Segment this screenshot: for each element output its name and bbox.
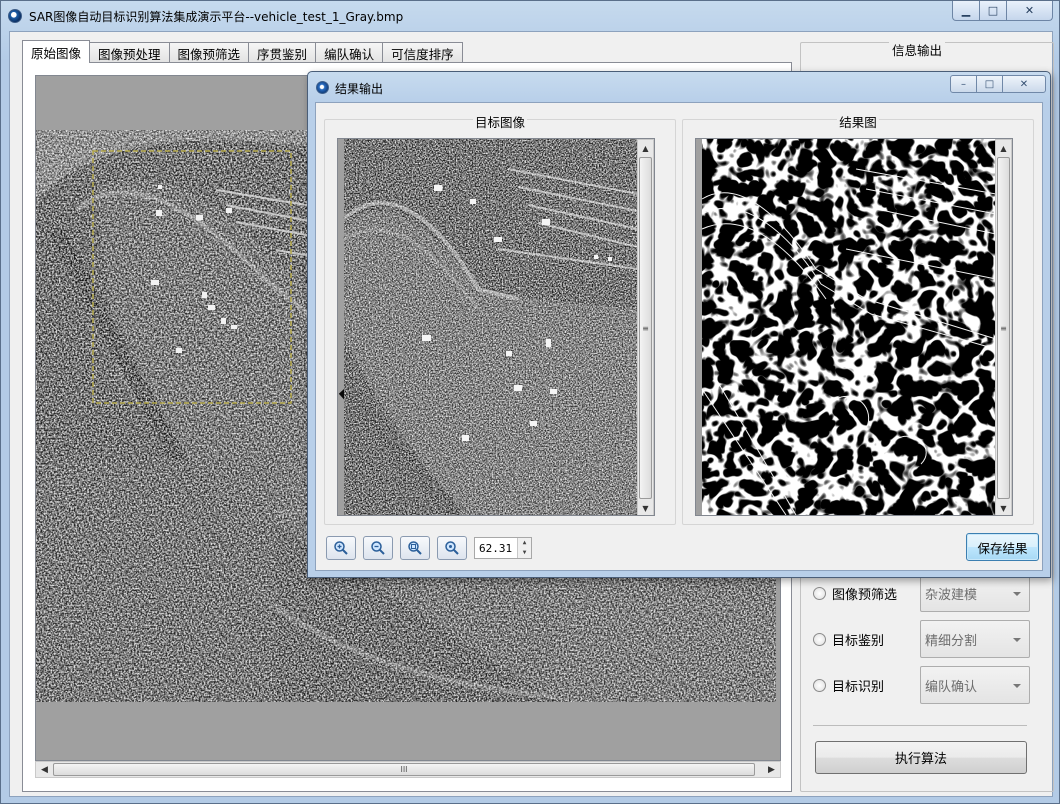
result-minimize-button[interactable]: –: [950, 75, 977, 93]
app-icon: [8, 9, 22, 23]
zoom-toolbar: 62.31 ▲ ▼: [326, 536, 532, 560]
row-discrimination: 目标鉴别 精细分割: [813, 619, 1035, 659]
caption-buttons: ▁ □ ✕: [952, 1, 1053, 21]
result-vertical-scrollbar[interactable]: ▲ ≡ ▼: [995, 139, 1012, 515]
edge-result-image: [701, 139, 997, 515]
result-window-icon: [316, 81, 329, 94]
combo-prescreen[interactable]: 杂波建模: [920, 574, 1030, 612]
scroll-left-icon[interactable]: ◀: [36, 762, 53, 777]
zoom-out-button[interactable]: [363, 536, 393, 560]
result-image-legend: 结果图: [837, 115, 879, 130]
radio-recognition[interactable]: [813, 678, 826, 692]
horizontal-scrollbar[interactable]: ◀ III ▶: [35, 761, 781, 778]
label-discrimination: 目标鉴别: [832, 633, 885, 649]
tab-formation-confirm[interactable]: 编队确认: [315, 42, 384, 63]
tab-prescreen[interactable]: 图像预筛选: [168, 42, 250, 63]
combo-recognition[interactable]: 编队确认: [920, 666, 1030, 704]
tab-bar: 原始图像 图像预处理 图像预筛选 序贯鉴别 编队确认 可信度排序: [22, 40, 463, 63]
zoom-actual-icon: [445, 541, 459, 555]
scroll-down-icon[interactable]: ▼: [996, 500, 1011, 515]
run-algorithm-button[interactable]: 执行算法: [815, 741, 1027, 774]
target-image-legend: 目标图像: [472, 115, 527, 130]
spin-arrows-icon[interactable]: ▲ ▼: [517, 538, 531, 558]
tab-original-image[interactable]: 原始图像: [22, 40, 91, 63]
result-scroll-thumb[interactable]: ≡: [997, 157, 1010, 499]
target-image: [338, 139, 639, 515]
radio-discrimination[interactable]: [813, 632, 826, 646]
minimize-button[interactable]: ▁: [952, 1, 980, 21]
scroll-right-icon[interactable]: ▶: [763, 762, 780, 777]
zoom-out-icon: [371, 541, 385, 555]
zoom-in-icon: [334, 541, 348, 555]
result-image-view[interactable]: ▲ ≡ ▼: [695, 138, 1013, 516]
title-bar[interactable]: SAR图像自动目标识别算法集成演示平台--vehicle_test_1_Gray…: [1, 1, 1059, 31]
combo-discrimination[interactable]: 精细分割: [920, 620, 1030, 658]
result-caption-buttons: – □ ✕: [950, 75, 1046, 93]
scroll-up-icon[interactable]: ▲: [638, 140, 653, 156]
close-button[interactable]: ✕: [1007, 1, 1053, 21]
radio-prescreen[interactable]: [813, 586, 826, 600]
label-recognition: 目标识别: [832, 679, 885, 695]
result-title-bar[interactable]: 结果输出 – □ ✕: [308, 72, 1050, 102]
result-maximize-button[interactable]: □: [976, 75, 1003, 93]
info-output-legend: 信息输出: [889, 40, 946, 59]
scroll-up-icon[interactable]: ▲: [996, 140, 1011, 156]
window-title: SAR图像自动目标识别算法集成演示平台--vehicle_test_1_Gray…: [29, 10, 404, 24]
label-prescreen: 图像预筛选: [832, 587, 898, 603]
result-window: 结果输出 – □ ✕ 目标图像 ▲ ≡ ▼ 结果图 ▲ ≡ ▼ 62.31 ▲ …: [307, 71, 1051, 578]
result-client-area: 目标图像 ▲ ≡ ▼ 结果图 ▲ ≡ ▼ 62.31 ▲ ▼ 保存结果: [315, 102, 1043, 571]
target-vertical-scrollbar[interactable]: ▲ ≡ ▼: [637, 139, 654, 515]
save-result-button[interactable]: 保存结果: [966, 533, 1039, 561]
tab-preprocess[interactable]: 图像预处理: [89, 42, 170, 63]
tab-confidence-ranking[interactable]: 可信度排序: [382, 42, 463, 63]
zoom-fit-icon: [408, 541, 422, 555]
zoom-in-button[interactable]: [326, 536, 356, 560]
row-prescreen: 图像预筛选 杂波建模: [813, 573, 1035, 613]
target-scroll-thumb[interactable]: ≡: [639, 157, 652, 499]
tab-sequential-discrimination[interactable]: 序贯鉴别: [248, 42, 317, 63]
result-window-title: 结果输出: [335, 82, 384, 96]
result-close-button[interactable]: ✕: [1002, 75, 1046, 93]
zoom-spinbox[interactable]: 62.31 ▲ ▼: [474, 537, 532, 559]
zoom-value: 62.31: [479, 541, 513, 555]
zoom-fit-button[interactable]: [400, 536, 430, 560]
divider: [813, 725, 1027, 726]
maximize-button[interactable]: □: [980, 1, 1007, 21]
target-image-view[interactable]: ▲ ≡ ▼: [337, 138, 655, 516]
result-image-group: 结果图 ▲ ≡ ▼: [682, 115, 1034, 525]
target-image-group: 目标图像 ▲ ≡ ▼: [324, 115, 676, 525]
scroll-down-icon[interactable]: ▼: [638, 500, 653, 515]
scroll-thumb[interactable]: III: [53, 763, 755, 776]
row-recognition: 目标识别 编队确认: [813, 665, 1035, 705]
zoom-actual-button[interactable]: [437, 536, 467, 560]
